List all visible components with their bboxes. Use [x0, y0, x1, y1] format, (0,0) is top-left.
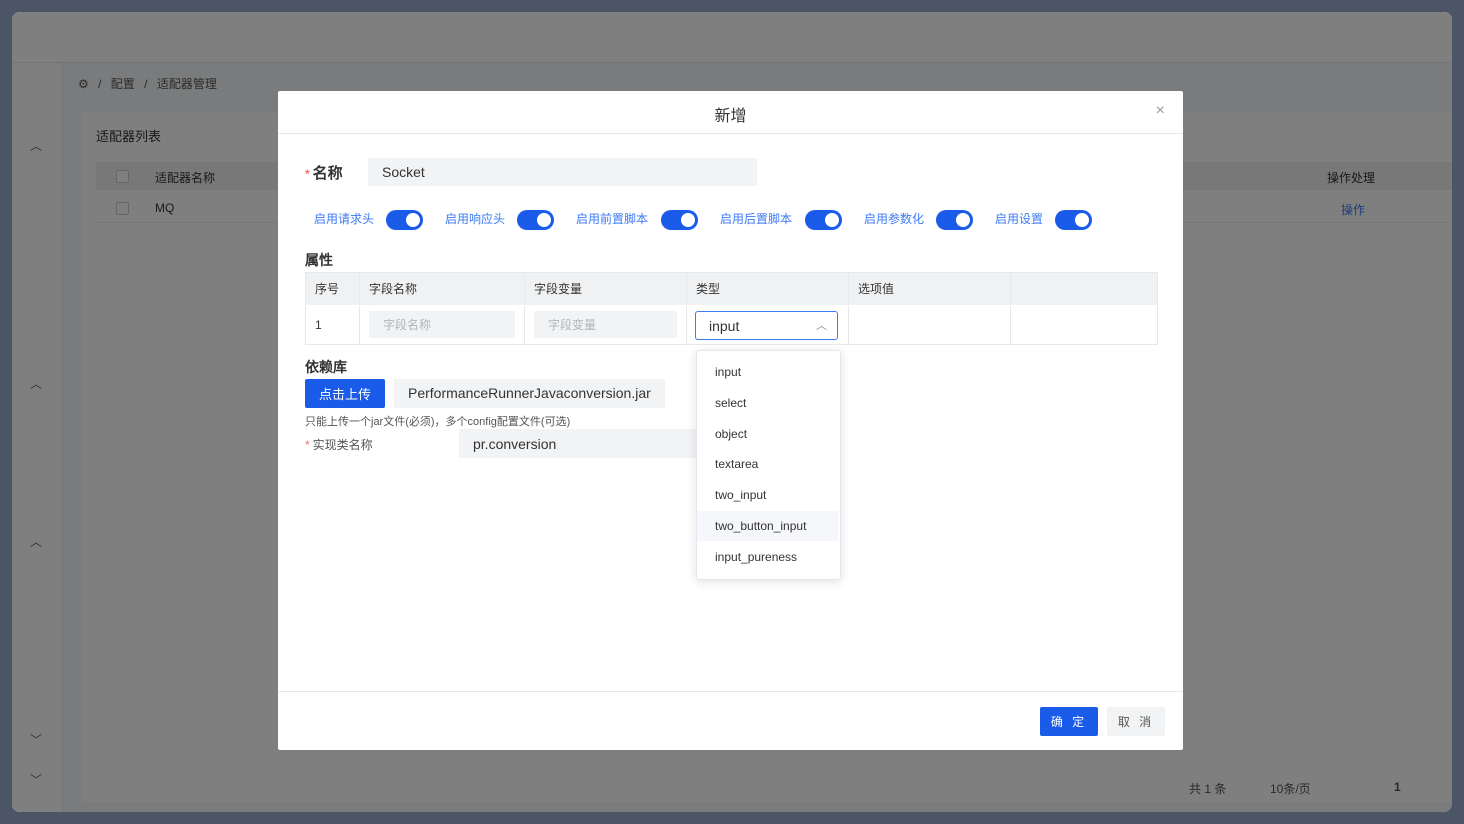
- name-label: * 名称: [305, 162, 343, 183]
- toggle-pre-script[interactable]: [661, 210, 698, 230]
- type-select-value: input: [709, 318, 740, 334]
- name-input[interactable]: [368, 158, 757, 186]
- row-index: 1: [306, 306, 360, 344]
- required-mark: *: [305, 438, 310, 452]
- dialog-title: 新增: [714, 108, 747, 125]
- type-option-object[interactable]: object: [697, 419, 838, 449]
- toggle-response-header-label: 启用响应头: [445, 212, 506, 226]
- type-option-two-button-input[interactable]: two_button_input: [697, 511, 838, 541]
- header-type: 类型: [687, 273, 849, 305]
- close-icon[interactable]: ×: [1156, 102, 1165, 120]
- toggle-pre-script-label: 启用前置脚本: [576, 212, 649, 226]
- type-option-input-pureness[interactable]: input_pureness: [697, 542, 838, 572]
- name-label-text: 名称: [312, 165, 343, 182]
- upload-hint: 只能上传一个jar文件(必须)，多个config配置文件(可选): [305, 416, 571, 428]
- toggle-parameterize[interactable]: [936, 210, 973, 230]
- type-option-input[interactable]: input: [697, 357, 838, 387]
- type-option-select[interactable]: select: [697, 388, 838, 418]
- chevron-up-icon: ︿: [816, 320, 827, 332]
- field-var-cell: [525, 306, 687, 344]
- toggle-settings-label: 启用设置: [995, 212, 1044, 226]
- cancel-button[interactable]: 取 消: [1107, 707, 1165, 736]
- dialog-header: 新增 ×: [278, 91, 1183, 134]
- type-dropdown: input select object textarea two_input t…: [696, 350, 841, 580]
- toggle-post-script[interactable]: [805, 210, 842, 230]
- field-var-input[interactable]: [534, 311, 677, 338]
- attributes-table: 序号 字段名称 字段变量 类型 选项值 1 input ︿: [305, 272, 1158, 345]
- type-select[interactable]: input ︿: [695, 311, 838, 340]
- impl-class-label: * 实现类名称: [305, 436, 373, 453]
- toggle-request-header-label: 启用请求头: [314, 212, 375, 226]
- attributes-title: 属性: [305, 252, 333, 268]
- confirm-button[interactable]: 确 定: [1040, 707, 1098, 736]
- header-field-var: 字段变量: [525, 273, 687, 305]
- option-value-cell: [849, 306, 1011, 344]
- toggle-response-header[interactable]: [517, 210, 554, 230]
- field-name-input[interactable]: [369, 311, 515, 338]
- uploaded-file: PerformanceRunnerJavaconversion.jar: [394, 379, 665, 408]
- impl-class-label-text: 实现类名称: [312, 438, 373, 452]
- type-option-two-input[interactable]: two_input: [697, 480, 838, 510]
- header-option-value: 选项值: [849, 273, 1011, 305]
- toggle-parameterize-label: 启用参数化: [864, 212, 925, 226]
- header-blank: [1011, 273, 1157, 305]
- toggle-request-header[interactable]: [386, 210, 423, 230]
- add-adapter-dialog: 新增 × *名称 启用请求头 启用响应头 启用前置脚本 启用后置脚本 启用参数化…: [278, 91, 1183, 750]
- type-cell: input ︿: [687, 306, 849, 344]
- blank-cell: [1011, 306, 1157, 344]
- header-index: 序号: [306, 273, 360, 305]
- dialog-footer: 确 定 取 消: [278, 691, 1183, 751]
- header-field-name: 字段名称: [360, 273, 525, 305]
- dependencies-title: 依赖库: [305, 359, 347, 375]
- required-mark: *: [305, 167, 310, 181]
- field-name-cell: [360, 306, 525, 344]
- toggle-settings[interactable]: [1055, 210, 1092, 230]
- impl-class-input[interactable]: [459, 429, 709, 458]
- upload-button[interactable]: 点击上传: [305, 379, 385, 408]
- type-option-textarea[interactable]: textarea: [697, 449, 838, 479]
- toggle-post-script-label: 启用后置脚本: [720, 212, 793, 226]
